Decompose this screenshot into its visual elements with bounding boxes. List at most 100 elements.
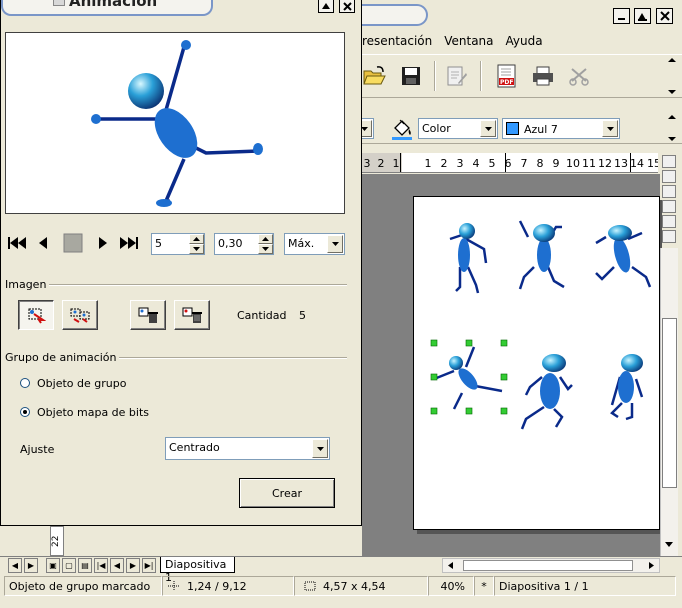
horizontal-scrollbar[interactable] [442, 558, 660, 573]
open-button[interactable] [362, 63, 388, 89]
dropdown-arrow [602, 120, 618, 137]
standard-toolbar: PDF [362, 54, 682, 98]
chevron-right-icon[interactable] [645, 559, 657, 572]
minimize-button[interactable] [613, 8, 630, 24]
toolbar-overflow[interactable] [666, 57, 678, 95]
view-mode-button[interactable]: ▤ [78, 558, 92, 573]
side-tool-button[interactable] [662, 215, 676, 228]
dialog-title-pill: Animación [1, 0, 213, 16]
chevron-down-icon [484, 126, 492, 131]
scroll-first-tab[interactable]: ◀ [8, 558, 22, 573]
tab-diapositiva-1[interactable]: Diapositiva 1 [160, 557, 235, 584]
apply-objects-individually-button[interactable] [62, 300, 98, 330]
vertical-scrollbar[interactable] [660, 248, 678, 556]
menu-ventana[interactable]: Ventana [438, 34, 499, 48]
ruler-number: 3 [363, 157, 371, 170]
scrollbar-thumb[interactable] [662, 318, 677, 488]
menu-presentacion[interactable]: resentación [362, 34, 438, 48]
tab-prev-button[interactable]: ◀ [110, 558, 124, 573]
stick-figure[interactable] [449, 223, 488, 294]
edit-file-button[interactable] [444, 63, 470, 89]
radio-indicator [20, 378, 30, 388]
spin-down-button[interactable] [258, 244, 273, 254]
view-mode-button[interactable]: ▣ [46, 558, 60, 573]
apply-object-button[interactable] [18, 300, 54, 330]
slide-canvas[interactable] [413, 196, 660, 530]
minimize-icon [618, 17, 625, 20]
view-mode-button[interactable]: ▢ [62, 558, 76, 573]
chevron-down-icon [331, 242, 339, 246]
stick-figure[interactable] [520, 354, 573, 430]
loop-count-dropdown[interactable]: Máx. [284, 233, 345, 255]
delete-current-image-button[interactable] [130, 300, 166, 330]
chevron-up-icon [262, 237, 269, 241]
spin-up-button[interactable] [189, 234, 204, 244]
dialog-close-button[interactable] [339, 0, 355, 13]
print-button[interactable] [530, 63, 556, 89]
chevron-down-icon [668, 137, 676, 141]
delete-all-icon [182, 307, 202, 323]
image-count-value: 5 [299, 309, 306, 322]
alignment-dropdown[interactable]: Centrado [165, 437, 330, 460]
stick-figure[interactable] [595, 225, 652, 288]
chevron-down-icon [262, 247, 269, 251]
horizontal-ruler: 3 2 1 1 2 3 4 5 6 7 8 9 10 11 12 13 14 1… [362, 153, 658, 173]
side-tool-button[interactable] [662, 200, 676, 213]
cut-button[interactable] [566, 63, 592, 89]
side-tool-button[interactable] [662, 170, 676, 183]
dialog-title-bar: Animación [1, 0, 363, 18]
scroll-last-tab[interactable]: ▶ [24, 558, 38, 573]
chevron-up-icon [193, 237, 200, 241]
close-button[interactable] [656, 8, 673, 24]
create-button[interactable]: Crear [239, 478, 335, 508]
spin-down-button[interactable] [189, 244, 204, 254]
stick-figure-selected[interactable] [430, 339, 508, 415]
animation-group-label: Grupo de animación [5, 351, 117, 364]
side-tool-button[interactable] [662, 230, 676, 243]
animation-icon [53, 0, 65, 6]
stop-button[interactable] [62, 232, 84, 254]
dialog-minimize-button[interactable] [318, 0, 334, 13]
first-frame-button[interactable] [6, 232, 28, 254]
radio-bitmap-object-label: Objeto mapa de bits [37, 405, 150, 419]
status-bar: Objeto de grupo marcado 1,24 / 9,12 4,57… [0, 576, 682, 598]
tab-first-button[interactable]: |◀ [94, 558, 108, 573]
tab-next-button[interactable]: ▶ [126, 558, 140, 573]
radio-group-object[interactable]: Objeto de grupo [20, 376, 180, 390]
side-tool-button[interactable] [662, 185, 676, 198]
stick-figure[interactable] [518, 220, 565, 290]
export-pdf-button[interactable]: PDF [494, 63, 520, 89]
area-style-dropdown[interactable]: Color [418, 118, 498, 139]
restore-button[interactable] [634, 8, 651, 24]
previous-frame-button[interactable] [32, 232, 54, 254]
chevron-down-icon[interactable] [661, 540, 677, 550]
tab-last-button[interactable]: ▶| [142, 558, 156, 573]
status-zoom[interactable]: 40% [428, 576, 474, 596]
stick-figure[interactable] [610, 354, 644, 421]
spin-up-button[interactable] [258, 234, 273, 244]
fill-color-dropdown[interactable]: Azul 7 [502, 118, 620, 139]
menu-ayuda[interactable]: Ayuda [500, 34, 549, 48]
scrollbar-thumb[interactable] [463, 560, 633, 571]
play-button[interactable] [92, 232, 114, 254]
printer-icon [533, 66, 553, 86]
last-frame-button[interactable] [118, 232, 140, 254]
frame-number-spinner[interactable]: 5 [151, 233, 205, 255]
maximize-icon [322, 3, 330, 9]
pdf-icon: PDF [497, 64, 516, 88]
radio-bitmap-object[interactable]: Objeto mapa de bits [20, 405, 180, 419]
duration-spinner[interactable]: 0,30 [214, 233, 274, 255]
delete-all-images-button[interactable] [174, 300, 210, 330]
svg-text:PDF: PDF [500, 79, 513, 86]
side-tool-button[interactable] [662, 155, 676, 168]
toolbar-overflow[interactable] [666, 114, 678, 142]
save-button[interactable] [398, 63, 424, 89]
ruler-number: 12 [598, 157, 612, 170]
animation-dialog: Animación 5 0,30 Máx. Imagen Cantidad 5 … [0, 0, 362, 526]
area-style-value: Color [422, 122, 451, 135]
stop-icon [63, 233, 83, 253]
chevron-left-icon[interactable] [445, 559, 457, 572]
area-fill-button[interactable] [390, 118, 414, 140]
ruler-tab-marker [505, 153, 506, 172]
edit-document-icon [447, 66, 467, 86]
